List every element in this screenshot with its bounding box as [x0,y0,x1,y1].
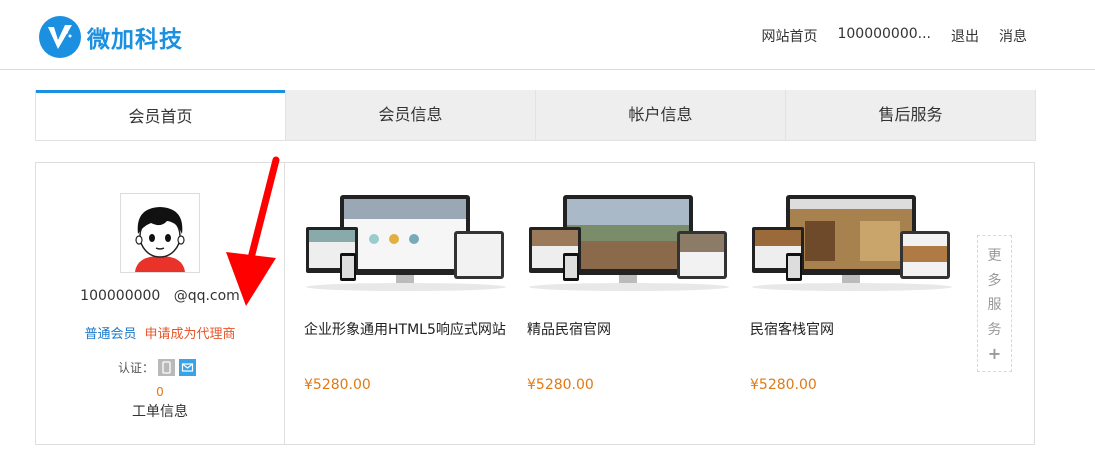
product-name[interactable]: 民宿客栈官网 [750,319,834,339]
product-card[interactable]: 精品民宿官网 ¥5280.00 [527,191,732,393]
phone-verify-icon[interactable] [158,359,176,376]
plus-icon: + [987,344,1002,363]
more-label-char: 务 [987,321,1002,338]
profile-card: 100000000 @qq.com 普通会员 申请成为代理商 认证： 0 工单信息 [36,163,285,444]
product-thumbnail[interactable] [304,191,509,291]
product-price: ¥5280.00 [750,377,817,393]
product-card[interactable]: 民宿客栈官网 ¥5280.00 [750,191,955,393]
member-level-link[interactable]: 普通会员 [84,327,136,342]
product-name[interactable]: 精品民宿官网 [527,319,611,339]
more-label-char: 更 [987,248,1002,264]
member-home-panel: 100000000 @qq.com 普通会员 申请成为代理商 认证： 0 工单信息 [35,162,1035,445]
product-price: ¥5280.00 [527,377,594,393]
account-email: 100000000 @qq.com [80,288,240,304]
ticket-label[interactable]: 工单信息 [36,401,284,421]
member-tabs: 会员首页 会员信息 帐户信息 售后服务 [35,90,1036,141]
top-navigation: 网站首页 100000000... 退出 消息 [741,26,1027,46]
header: 微加科技 网站首页 100000000... 退出 消息 [0,0,1095,70]
product-price: ¥5280.00 [304,377,371,393]
apply-agent-link[interactable]: 申请成为代理商 [145,327,236,342]
product-thumbnail[interactable] [527,191,732,291]
product-thumbnail[interactable] [750,191,955,291]
avatar[interactable] [120,193,200,273]
product-card[interactable]: 企业形象通用HTML5响应式网站 ¥5280.00 [304,191,509,393]
more-label-char: 服 [987,297,1002,313]
tab-member-info[interactable]: 会员信息 [285,90,535,140]
nav-home-link[interactable]: 网站首页 [761,26,817,46]
brand-name: 微加科技 [87,27,183,53]
ticket-count[interactable]: 0 [36,385,284,399]
more-services-button[interactable]: 更 多 服 务 + [977,235,1012,372]
member-badges: 普通会员 申请成为代理商 [36,323,284,342]
nav-messages-link[interactable]: 消息 [999,26,1027,46]
nav-logout-link[interactable]: 退出 [951,26,979,46]
verification-row: 认证： [118,359,197,376]
tab-account-info[interactable]: 帐户信息 [535,90,785,140]
more-label-char: 多 [987,272,1002,289]
logo[interactable]: 微加科技 [39,16,183,58]
logo-icon [39,16,81,58]
email-verify-icon[interactable] [179,359,197,376]
verify-label: 认证： [118,361,155,375]
tab-member-home[interactable]: 会员首页 [36,90,285,140]
nav-account-link[interactable]: 100000000... [837,26,931,46]
product-name[interactable]: 企业形象通用HTML5响应式网站 [304,319,506,339]
tab-after-sales[interactable]: 售后服务 [785,90,1035,140]
